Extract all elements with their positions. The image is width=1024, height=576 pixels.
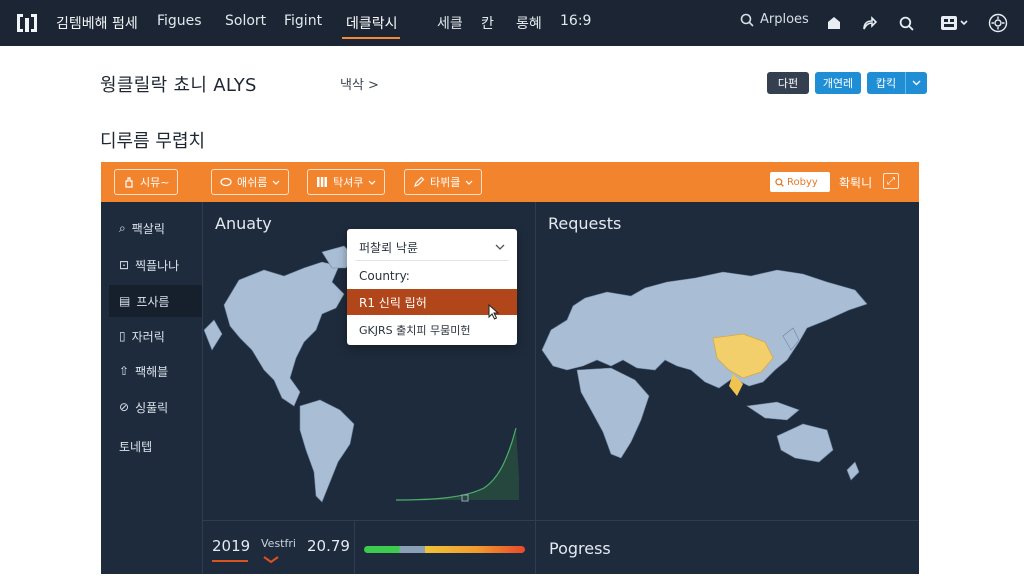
search-icon-right[interactable] <box>895 12 917 34</box>
filter-button-2-label: 애쉬름 <box>237 176 268 189</box>
hand-icon <box>125 177 133 188</box>
nav-link-active[interactable]: 데클락시 <box>346 13 398 33</box>
nav-link-4[interactable]: 세클 <box>437 13 463 33</box>
right-world-map[interactable] <box>537 210 917 520</box>
sidebar-item-6-label: 싱풀릭 <box>135 400 169 415</box>
dropdown-option-country[interactable]: Country: <box>347 263 517 289</box>
chevron-down-icon <box>272 180 280 185</box>
filter-button-2[interactable]: 애쉬름 <box>211 169 290 195</box>
nav-link-figues[interactable]: Figues <box>157 13 202 29</box>
pencil-icon <box>414 176 425 187</box>
toolbar-search-input[interactable]: Robyy <box>770 172 830 192</box>
nav-link-solort[interactable]: Solort <box>225 13 266 29</box>
sidebar-icon-2: ⊡ <box>119 258 130 272</box>
sidebar-icon-6: ⊘ <box>119 400 130 414</box>
country-dropdown[interactable]: 퍼찰뢰 낙륜 Country: R1 신릭 립허 GKJRS 출치피 무뭄미헌 <box>347 229 517 345</box>
nav-active-underline <box>342 37 400 39</box>
search-icon <box>740 13 754 27</box>
filter-button-1-label: 시뮤~ <box>140 176 170 189</box>
sidebar-item-2[interactable]: ⊡ 찍플나나 <box>109 249 202 281</box>
expand-icon[interactable]: ⤢ <box>883 173 899 189</box>
panel-sidebar: ⌕ 팩살릭 ⊡ 찍플나나 ▤ 프사름 ▯ 자러릭 ⇧ 팩해블 ⊘ 싱풀릭 토네텝 <box>101 202 203 574</box>
sidebar-item-2-label: 찍플나나 <box>135 258 180 273</box>
sidebar-item-3-label: 프사름 <box>136 294 170 309</box>
stats-divider <box>354 520 355 574</box>
chevron-down-icon[interactable] <box>262 555 280 564</box>
chevron-down-icon <box>495 244 505 250</box>
chevron-down-icon <box>368 180 376 185</box>
dropdown-option-selected-label: R1 신릭 립허 <box>359 295 427 310</box>
home-icon[interactable] <box>823 12 845 34</box>
nav-link-figint[interactable]: Figint <box>284 13 322 29</box>
section-title: 디루름 무렵치 <box>100 131 206 152</box>
header-split-button[interactable]: 캅킥 <box>867 72 927 94</box>
dropdown-header[interactable]: 퍼찰뢰 낙륜 <box>359 237 505 257</box>
stat-mid-label: Vestfri <box>261 537 296 550</box>
stat-year-underline <box>212 560 248 562</box>
sidebar-item-6[interactable]: ⊘ 싱풀릭 <box>109 391 202 423</box>
status-gradient-bar <box>364 546 525 553</box>
sidebar-icon-1: ⌕ <box>119 220 126 235</box>
nav-link-5[interactable]: 칸 <box>481 13 494 33</box>
page-title: 웡클릴락 쵸니 ALYS <box>100 75 257 96</box>
brand-name[interactable]: 김템베해 펌세 <box>56 13 138 33</box>
panel-toolbar: 시뮤~ 애쉬름 탁셔쿠 타뷔클 Robyy 확튁니 ⤢ <box>101 162 919 202</box>
dashboard-panel: 시뮤~ 애쉬름 탁셔쿠 타뷔클 Robyy 확튁니 ⤢ ⌕ 팩살릭 ⊡ 찍플나나… <box>101 162 919 574</box>
sidebar-item-4[interactable]: ▯ 자러릭 <box>109 320 202 352</box>
filter-button-4[interactable]: 타뷔클 <box>404 169 483 195</box>
chevron-down-icon[interactable] <box>905 72 927 94</box>
toolbar-label: 확튁니 <box>839 176 873 190</box>
nav-search[interactable]: Arploes <box>740 12 809 27</box>
dropdown-option-third[interactable]: GKJRS 출치피 무뭄미헌 <box>347 317 517 343</box>
nav-link-6[interactable]: 롱혜 <box>516 13 542 33</box>
workspace-menu-icon[interactable] <box>938 12 972 34</box>
sidebar-item-7-label: 토네텝 <box>119 439 153 454</box>
toolbar-search-text: Robyy <box>787 176 818 188</box>
search-icon <box>775 177 784 187</box>
share-icon[interactable] <box>858 12 880 34</box>
header-split-button-label: 캅킥 <box>875 77 897 90</box>
sidebar-item-5[interactable]: ⇧ 팩해블 <box>109 355 202 387</box>
sidebar-icon-5: ⇧ <box>119 364 130 378</box>
sidebar-item-7[interactable]: 토네텝 <box>109 430 202 462</box>
header-dark-button[interactable]: 다펀 <box>767 72 809 94</box>
sidebar-item-1-label: 팩살릭 <box>131 221 165 236</box>
settings-gear-icon[interactable] <box>987 12 1009 34</box>
sidebar-icon-3: ▤ <box>119 294 131 308</box>
nav-search-label: Arploes <box>760 12 809 27</box>
link-icon <box>220 177 232 187</box>
mouse-cursor-icon <box>488 304 500 320</box>
dropdown-header-label: 퍼찰뢰 낙륜 <box>359 240 419 255</box>
stat-year: 2019 <box>212 537 251 555</box>
dropdown-separator <box>355 260 509 261</box>
stat-value: 20.79 <box>307 537 350 555</box>
nav-link-aspect[interactable]: 16:9 <box>560 13 591 29</box>
breadcrumb[interactable]: 낵삭 > <box>340 74 379 93</box>
sidebar-item-4-label: 자러릭 <box>131 329 165 344</box>
columns-icon <box>317 177 327 187</box>
sidebar-item-1[interactable]: ⌕ 팩살릭 <box>109 212 202 244</box>
chevron-down-icon <box>465 180 473 185</box>
filter-button-3[interactable]: 탁셔쿠 <box>307 169 386 195</box>
filter-button-3-label: 탁셔쿠 <box>333 176 364 189</box>
header-blue-button[interactable]: 개연레 <box>815 72 861 94</box>
top-nav: 김템베해 펌세 Figues Solort Figint 데클락시 세클 칸 롱… <box>0 0 1024 46</box>
sidebar-icon-4: ▯ <box>119 329 126 343</box>
panel-divider-vertical <box>535 202 536 574</box>
sidebar-item-3-active[interactable]: ▤ 프사름 <box>109 285 202 317</box>
app-logo-icon[interactable] <box>14 11 40 35</box>
panel-divider-horizontal <box>203 520 919 521</box>
sidebar-item-5-label: 팩해블 <box>135 364 169 379</box>
filter-button-1[interactable]: 시뮤~ <box>114 169 179 195</box>
filter-button-4-label: 타뷔클 <box>430 176 461 189</box>
progress-title: Pogress <box>549 539 611 558</box>
